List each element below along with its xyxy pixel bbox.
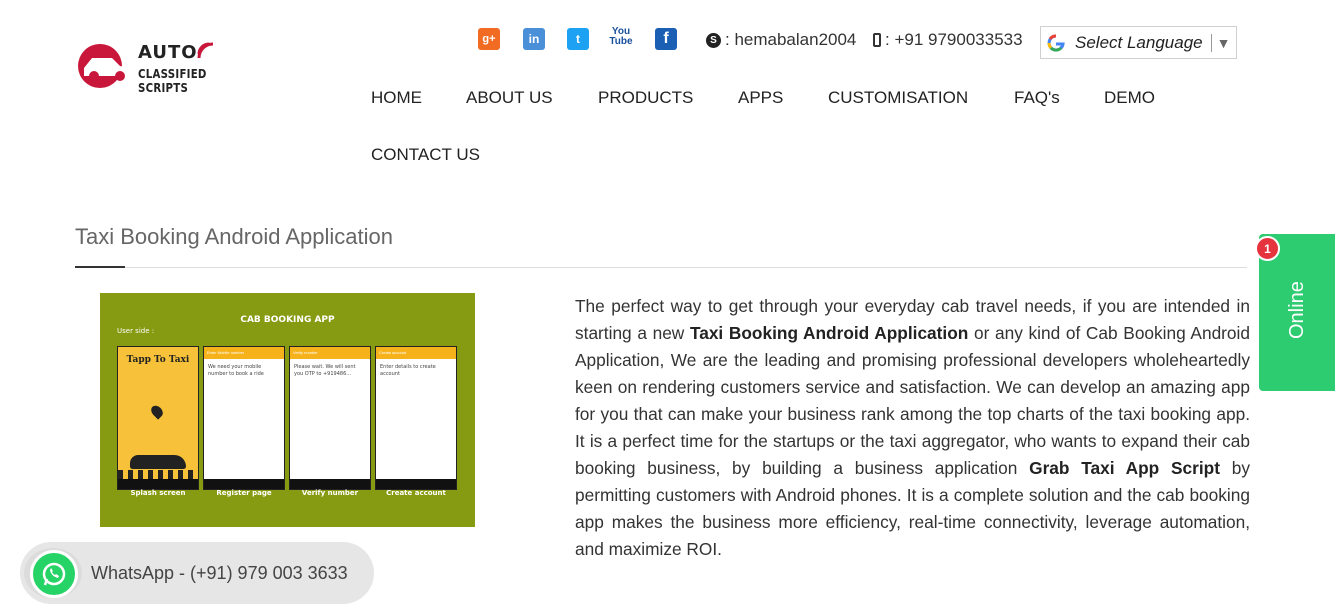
nav-about-us[interactable]: ABOUT US — [466, 88, 553, 108]
phone-header: Create account — [376, 347, 456, 359]
phone-nav-bar — [118, 479, 198, 489]
phone-caption: Splash screen — [130, 489, 186, 497]
whatsapp-button[interactable]: WhatsApp - (+91) 979 003 3633 — [20, 542, 374, 604]
map-pin-icon — [148, 403, 166, 420]
image-user-side-label: User side : — [117, 327, 155, 335]
phone-caption: Create account — [386, 489, 446, 497]
phone-caption: Verify number — [301, 489, 359, 497]
whatsapp-icon — [30, 550, 78, 598]
cab-booking-app-image: CAB BOOKING APP User side : Tapp To Taxi… — [100, 293, 475, 527]
google-plus-icon[interactable]: g+ — [478, 28, 500, 50]
phone-register-page: Enter Mobile number We need your mobile … — [203, 346, 285, 490]
nav-customisation[interactable]: CUSTOMISATION — [828, 88, 968, 108]
nav-faqs[interactable]: FAQ's — [1014, 88, 1060, 108]
phone-header: Verify number — [290, 347, 370, 359]
online-label: Online — [1286, 281, 1308, 339]
nav-products[interactable]: PRODUCTS — [598, 88, 693, 108]
skype-contact[interactable]: S : hemabalan2004 — [706, 30, 856, 50]
intro-text-2: or any kind of Cab Booking Android Appli… — [575, 323, 1250, 478]
title-accent-line — [75, 266, 125, 268]
language-select-divider — [1210, 33, 1212, 52]
whatsapp-phone-icon — [42, 562, 66, 586]
google-icon — [1047, 34, 1065, 52]
logo-title: AUTO — [138, 42, 198, 63]
phone-body-text: Please wait. We will sent you OTP to +91… — [294, 364, 356, 377]
twitter-icon[interactable]: t — [567, 28, 589, 50]
intro-bold-taxi-app: Taxi Booking Android Application — [689, 323, 969, 343]
phone-contact[interactable]: : +91 9790033533 — [873, 30, 1023, 50]
phone-caption: Register page — [216, 489, 272, 497]
facebook-icon[interactable]: f — [655, 28, 677, 50]
language-select[interactable]: Select Language ▼ — [1040, 26, 1237, 59]
checker-stripe — [118, 470, 198, 479]
page-title: Taxi Booking Android Application — [75, 224, 393, 249]
skype-id: : hemabalan2004 — [725, 30, 857, 49]
car-logo-icon — [78, 44, 132, 88]
phone-create-account: Create account Enter details to create a… — [375, 346, 457, 490]
phone-splash-screen: Tapp To Taxi — [117, 346, 199, 490]
whatsapp-label: WhatsApp - (+91) 979 003 3633 — [91, 563, 348, 583]
mobile-phone-icon — [873, 33, 881, 47]
nav-demo[interactable]: DEMO — [1104, 88, 1155, 108]
youtube-icon[interactable]: You Tube — [609, 26, 633, 48]
phone-nav-bar — [376, 479, 456, 489]
nav-apps[interactable]: APPS — [738, 88, 783, 108]
nav-home[interactable]: HOME — [371, 88, 422, 108]
intro-paragraph: The perfect way to get through your ever… — [575, 293, 1250, 563]
linkedin-icon[interactable]: in — [523, 28, 545, 50]
site-logo[interactable]: AUTO CLASSIFIED SCRIPTS — [78, 36, 238, 95]
taxi-car-icon — [130, 455, 186, 469]
phone-verify-number: Verify number Please wait. We will sent … — [289, 346, 371, 490]
chevron-down-icon: ▼ — [1216, 34, 1231, 51]
title-divider — [75, 267, 1247, 268]
phone-number: : +91 9790033533 — [885, 30, 1023, 49]
notification-badge: 1 — [1255, 236, 1280, 261]
image-title: CAB BOOKING APP — [240, 315, 335, 325]
phone-nav-bar — [290, 479, 370, 489]
phone-body-text: We need your mobile number to book a rid… — [208, 364, 264, 377]
signal-wave-icon — [197, 42, 214, 59]
phone-body-text: Enter details to create account — [380, 364, 436, 377]
language-select-label: Select Language — [1075, 32, 1203, 52]
logo-subtitle: CLASSIFIED SCRIPTS — [138, 67, 207, 95]
splash-app-name: Tapp To Taxi — [126, 355, 190, 365]
phone-header: Enter Mobile number — [204, 347, 284, 359]
youtube-icon-bottom: Tube — [609, 36, 633, 47]
phone-nav-bar — [204, 479, 284, 489]
intro-bold-grab-taxi: Grab Taxi App Script — [1029, 458, 1220, 478]
nav-contact-us[interactable]: CONTACT US — [371, 145, 480, 165]
skype-icon: S — [706, 32, 721, 48]
